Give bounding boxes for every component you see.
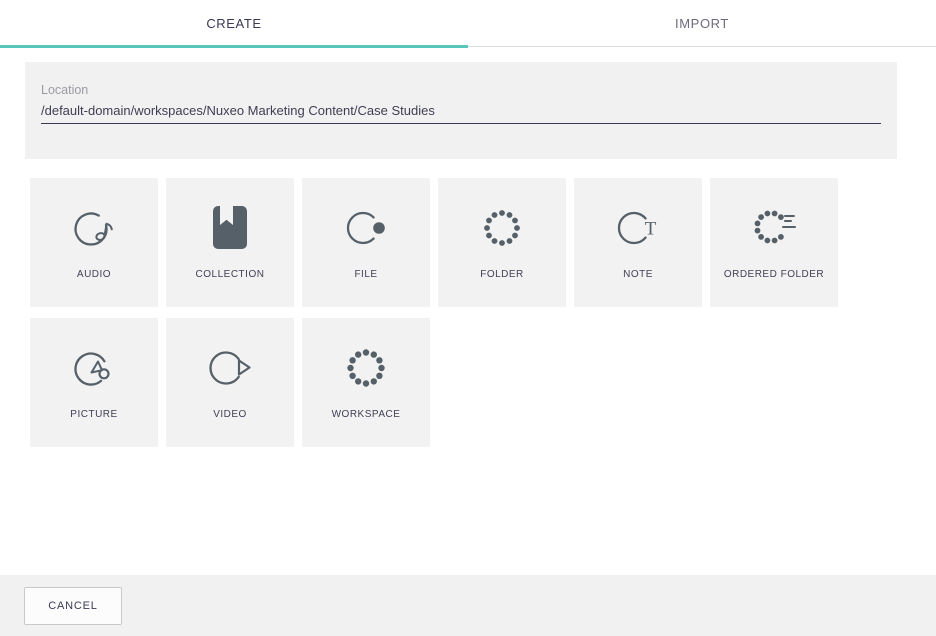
ordered-folder-icon: [750, 203, 798, 251]
tab-import[interactable]: IMPORT: [468, 0, 936, 46]
note-icon: T: [614, 203, 662, 251]
document-type-grid: AUDIO COLLECTION FILE: [30, 178, 906, 447]
create-document-dialog: CREATE IMPORT Location AUDIO: [0, 0, 936, 636]
location-label: Location: [41, 83, 881, 97]
collection-icon: [206, 203, 254, 251]
tile-label: FILE: [354, 265, 377, 285]
location-input[interactable]: [41, 103, 881, 124]
tile-audio[interactable]: AUDIO: [30, 178, 158, 307]
tile-label: WORKSPACE: [332, 405, 401, 425]
video-icon: [206, 343, 254, 391]
tile-label: FOLDER: [480, 265, 524, 285]
tile-picture[interactable]: PICTURE: [30, 318, 158, 447]
footer-bar: CANCEL: [0, 575, 936, 636]
tile-label: AUDIO: [77, 265, 111, 285]
tile-file[interactable]: FILE: [302, 178, 430, 307]
tile-label: PICTURE: [70, 405, 117, 425]
tile-ordered-folder[interactable]: ORDERED FOLDER: [710, 178, 838, 307]
location-panel: Location: [25, 62, 897, 159]
cancel-button[interactable]: CANCEL: [24, 587, 122, 625]
tile-workspace[interactable]: WORKSPACE: [302, 318, 430, 447]
tile-label: COLLECTION: [196, 265, 265, 285]
tile-label: VIDEO: [213, 405, 247, 425]
tile-video[interactable]: VIDEO: [166, 318, 294, 447]
file-icon: [342, 203, 390, 251]
folder-icon: [478, 203, 526, 251]
audio-icon: [70, 203, 118, 251]
svg-text:T: T: [645, 219, 657, 240]
tabbar: CREATE IMPORT: [0, 0, 936, 47]
tile-label: ORDERED FOLDER: [724, 265, 824, 285]
tile-collection[interactable]: COLLECTION: [166, 178, 294, 307]
tab-create-label: CREATE: [206, 16, 261, 31]
tile-label: NOTE: [623, 265, 653, 285]
tab-import-label: IMPORT: [675, 16, 729, 31]
tab-create[interactable]: CREATE: [0, 0, 468, 46]
tile-note[interactable]: T NOTE: [574, 178, 702, 307]
picture-icon: [70, 343, 118, 391]
workspace-icon: [342, 343, 390, 391]
tile-folder[interactable]: FOLDER: [438, 178, 566, 307]
